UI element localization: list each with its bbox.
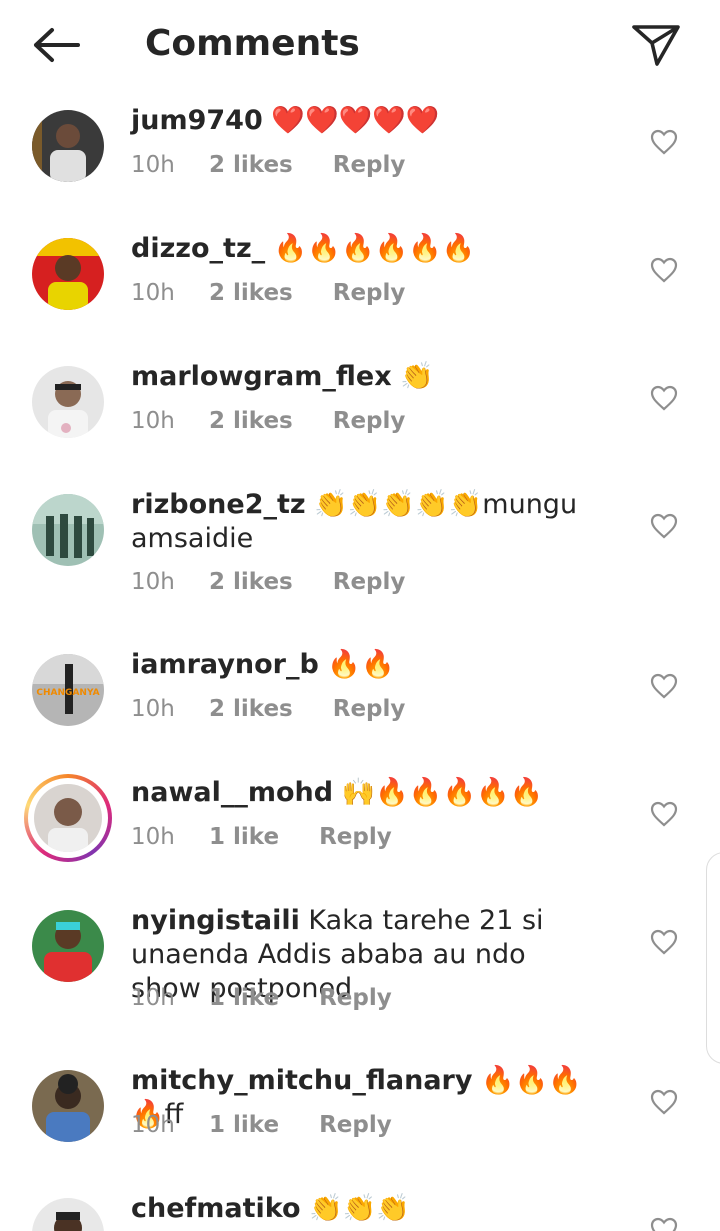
- avatar[interactable]: [32, 1198, 104, 1231]
- like-button[interactable]: [650, 801, 678, 827]
- reply-button[interactable]: Reply: [333, 407, 406, 435]
- comment-item: nawal__mohd 🙌🔥🔥🔥🔥🔥 10h 1 like Reply: [0, 772, 720, 892]
- avatar[interactable]: [32, 494, 104, 566]
- heart-icon: [650, 801, 678, 827]
- side-panel-handle[interactable]: [706, 852, 720, 1064]
- comment-likes[interactable]: 2 likes: [209, 568, 293, 596]
- comment-meta: 10h 2 likes Reply: [131, 568, 405, 596]
- reply-button[interactable]: Reply: [333, 279, 406, 307]
- comment-likes[interactable]: 2 likes: [209, 695, 293, 723]
- comment-item: nyingistaili Kaka tarehe 21 si unaenda A…: [0, 900, 720, 1050]
- comment-text: iamraynor_b 🔥🔥: [131, 648, 601, 682]
- reply-button[interactable]: Reply: [333, 695, 406, 723]
- comment-item: jum9740 ❤️❤️❤️❤️❤️ 10h 2 likes Reply: [0, 100, 720, 220]
- like-button[interactable]: [650, 257, 678, 283]
- comment-likes[interactable]: 1 like: [209, 984, 279, 1012]
- comment-likes[interactable]: 2 likes: [209, 151, 293, 179]
- comment-meta: 10h 2 likes Reply: [131, 151, 405, 179]
- comment-text: dizzo_tz_ 🔥🔥🔥🔥🔥🔥: [131, 232, 601, 266]
- arrow-left-icon: [34, 28, 80, 62]
- comment-text: jum9740 ❤️❤️❤️❤️❤️: [131, 104, 601, 138]
- like-button[interactable]: [650, 1089, 678, 1115]
- like-button[interactable]: [650, 1217, 678, 1231]
- comment-likes[interactable]: 2 likes: [209, 407, 293, 435]
- share-button[interactable]: [630, 22, 682, 68]
- comment-body: 🔥🔥: [318, 649, 395, 680]
- avatar[interactable]: CHANGANYA: [32, 654, 104, 726]
- heart-icon: [650, 673, 678, 699]
- comment-time: 10h: [131, 408, 175, 434]
- comment-text: chefmatiko 👏👏👏: [131, 1192, 601, 1226]
- avatar[interactable]: [32, 110, 104, 182]
- comment-item: rizbone2_tz 👏👏👏👏👏mungu amsaidie 10h 2 lik…: [0, 484, 720, 634]
- avatar[interactable]: [32, 1070, 104, 1142]
- comment-time: 10h: [131, 152, 175, 178]
- comment-username[interactable]: rizbone2_tz: [131, 489, 306, 520]
- comment-item: marlowgram_flex 👏 10h 2 likes Reply: [0, 356, 720, 476]
- comment-likes[interactable]: 2 likes: [209, 279, 293, 307]
- story-ring[interactable]: [24, 774, 112, 862]
- reply-button[interactable]: Reply: [333, 568, 406, 596]
- heart-icon: [650, 385, 678, 411]
- reply-button[interactable]: Reply: [319, 823, 392, 851]
- avatar-overlay-text: CHANGANYA: [36, 688, 99, 698]
- comment-text: rizbone2_tz 👏👏👏👏👏mungu amsaidie: [131, 488, 601, 556]
- paper-plane-icon: [632, 25, 680, 66]
- comment-username[interactable]: nawal__mohd: [131, 777, 333, 808]
- comment-likes[interactable]: 1 like: [209, 1111, 279, 1139]
- comment-time: 10h: [131, 696, 175, 722]
- page-title: Comments: [145, 23, 360, 64]
- comment-body: 🔥🔥🔥🔥🔥🔥: [265, 233, 476, 264]
- avatar[interactable]: [32, 366, 104, 438]
- like-button[interactable]: [650, 513, 678, 539]
- reply-button[interactable]: Reply: [333, 151, 406, 179]
- comment-body: 👏: [391, 361, 434, 392]
- comment-text: marlowgram_flex 👏: [131, 360, 601, 394]
- like-button[interactable]: [650, 673, 678, 699]
- like-button[interactable]: [650, 129, 678, 155]
- comment-likes[interactable]: 1 like: [209, 823, 279, 851]
- back-button[interactable]: [30, 26, 80, 64]
- heart-icon: [650, 929, 678, 955]
- comment-item: mitchy_mitchu_flanary 🔥🔥🔥🔥ff 10h 1 like Re…: [0, 1060, 720, 1180]
- comment-username[interactable]: iamraynor_b: [131, 649, 319, 680]
- comment-username[interactable]: mitchy_mitchu_flanary: [131, 1065, 472, 1096]
- reply-button[interactable]: Reply: [319, 984, 392, 1012]
- comment-username[interactable]: nyingistaili: [131, 905, 300, 936]
- comment-username[interactable]: chefmatiko: [131, 1193, 301, 1224]
- heart-icon: [650, 257, 678, 283]
- comment-username[interactable]: dizzo_tz_: [131, 233, 265, 264]
- heart-icon: [650, 129, 678, 155]
- comment-body: ❤️❤️❤️❤️❤️: [262, 105, 440, 136]
- heart-icon: [650, 1217, 678, 1231]
- like-button[interactable]: [650, 385, 678, 411]
- comment-meta: 10h 1 like Reply: [131, 984, 392, 1012]
- comment-time: 10h: [131, 569, 175, 595]
- comment-time: 10h: [131, 1112, 175, 1138]
- comment-body: 👏👏👏: [300, 1193, 411, 1224]
- avatar[interactable]: [32, 238, 104, 310]
- comment-text: nawal__mohd 🙌🔥🔥🔥🔥🔥: [131, 776, 601, 810]
- comment-item: CHANGANYA iamraynor_b 🔥🔥 10h 2 likes Reply: [0, 644, 720, 764]
- comment-username[interactable]: jum9740: [131, 105, 263, 136]
- comment-item: chefmatiko 👏👏👏: [0, 1188, 720, 1231]
- comment-meta: 10h 1 like Reply: [131, 1111, 392, 1139]
- comment-time: 10h: [131, 985, 175, 1011]
- reply-button[interactable]: Reply: [319, 1111, 392, 1139]
- heart-icon: [650, 513, 678, 539]
- comment-body: 🙌🔥🔥🔥🔥🔥: [333, 777, 544, 808]
- comment-meta: 10h 2 likes Reply: [131, 695, 405, 723]
- like-button[interactable]: [650, 929, 678, 955]
- comment-meta: 10h 2 likes Reply: [131, 279, 405, 307]
- comment-item: dizzo_tz_ 🔥🔥🔥🔥🔥🔥 10h 2 likes Reply: [0, 228, 720, 348]
- heart-icon: [650, 1089, 678, 1115]
- comment-meta: 10h 2 likes Reply: [131, 407, 405, 435]
- avatar: [34, 784, 102, 852]
- comment-time: 10h: [131, 824, 175, 850]
- avatar[interactable]: [32, 910, 104, 982]
- comment-username[interactable]: marlowgram_flex: [131, 361, 392, 392]
- comment-time: 10h: [131, 280, 175, 306]
- comment-meta: 10h 1 like Reply: [131, 823, 392, 851]
- comments-header: Comments: [0, 0, 720, 90]
